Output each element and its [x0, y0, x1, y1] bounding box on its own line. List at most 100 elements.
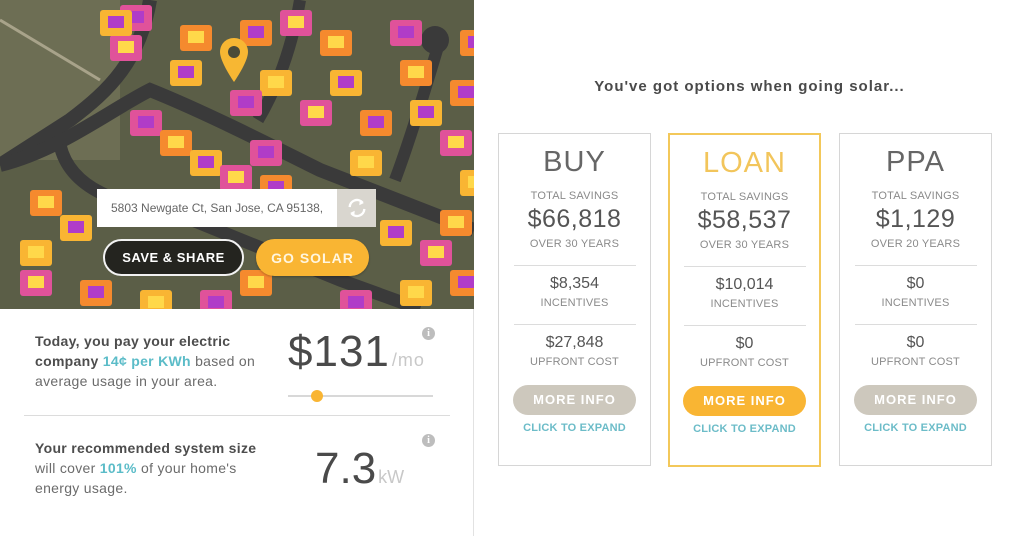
rooftop-heat-core — [268, 76, 284, 88]
rooftop-heat-core — [228, 171, 244, 183]
more-info-button[interactable]: MORE INFO — [683, 386, 806, 416]
info-icon[interactable]: i — [422, 327, 435, 340]
rooftop-heat-core — [148, 296, 164, 308]
rooftop-heat-core — [468, 36, 474, 48]
card-divider — [683, 266, 806, 267]
rooftop-heat-core — [448, 216, 464, 228]
rooftop-heat-core — [238, 96, 254, 108]
rooftop-heat-core — [248, 276, 264, 288]
slider-knob[interactable] — [311, 390, 323, 402]
rooftop-heat-core — [68, 221, 84, 233]
upfront-cost-value: $27,848 — [545, 334, 604, 351]
upfront-cost-label: UPFRONT COST — [530, 356, 619, 368]
incentives-value: $0 — [906, 275, 925, 292]
rooftop-heat-core — [28, 276, 44, 288]
system-size-number: 7.3 — [315, 444, 377, 493]
upfront-cost-value: $0 — [906, 334, 925, 351]
address-search — [97, 189, 376, 227]
left-panel: SAVE & SHARE GO SOLAR Today, you pay you… — [0, 0, 474, 536]
savings-period: OVER 20 YEARS — [870, 238, 961, 250]
options-heading: You've got options when going solar... — [594, 78, 905, 95]
click-to-expand-link[interactable]: CLICK TO EXPAND — [499, 422, 650, 434]
rooftop-heat-core — [308, 106, 324, 118]
more-info-button[interactable]: MORE INFO — [513, 385, 636, 415]
electric-bill-section: Today, you pay your electric company 14¢… — [0, 309, 474, 416]
address-input[interactable] — [97, 189, 337, 227]
info-icon[interactable]: i — [422, 434, 435, 447]
rooftop-heat-core — [208, 296, 224, 308]
rooftop-heat-core — [468, 176, 474, 188]
rooftop-heat-core — [328, 36, 344, 48]
solar-heatmap[interactable]: SAVE & SHARE GO SOLAR — [0, 0, 474, 309]
card-divider — [513, 324, 636, 325]
rooftop-heat-core — [458, 86, 474, 98]
incentives-label: INCENTIVES — [540, 297, 609, 309]
system-text-bold: Your recommended system size — [35, 440, 257, 456]
map-pin-icon[interactable] — [219, 37, 249, 83]
total-savings-label: TOTAL SAVINGS — [871, 190, 960, 202]
click-to-expand-link[interactable]: CLICK TO EXPAND — [670, 423, 819, 435]
refresh-icon — [347, 198, 366, 218]
option-card-buy: BUY TOTAL SAVINGS $66,818 OVER 30 YEARS … — [498, 133, 651, 466]
rooftop-heat-core — [198, 156, 214, 168]
rooftop-heat-core — [428, 246, 444, 258]
refresh-button[interactable] — [337, 189, 376, 227]
system-size-value: 7.3 kW — [315, 444, 404, 494]
card-title: LOAN — [703, 147, 786, 179]
rooftop-heat-core — [398, 26, 414, 38]
rooftop-heat-core — [258, 146, 274, 158]
incentives-label: INCENTIVES — [710, 298, 779, 310]
card-title: PPA — [886, 146, 945, 178]
rooftop-heat-core — [408, 286, 424, 298]
rooftop-heat-core — [368, 116, 384, 128]
rooftop-heat-core — [408, 66, 424, 78]
save-share-button[interactable]: SAVE & SHARE — [103, 239, 244, 276]
incentives-value: $8,354 — [550, 275, 599, 292]
option-card-loan: LOAN TOTAL SAVINGS $58,537 OVER 30 YEARS… — [668, 133, 821, 467]
rooftop-heat-core — [248, 26, 264, 38]
card-title: BUY — [543, 146, 606, 178]
total-savings-label: TOTAL SAVINGS — [700, 191, 789, 203]
system-size-section: Your recommended system size will cover … — [0, 416, 474, 536]
system-description: Your recommended system size will cover … — [35, 438, 265, 498]
upfront-cost-label: UPFRONT COST — [871, 356, 960, 368]
rooftop-heat-core — [348, 296, 364, 308]
monthly-bill-value: $131/mo — [288, 327, 425, 377]
rooftop-heat-core — [118, 41, 134, 53]
rooftop-heat-core — [288, 16, 304, 28]
rooftop-heat-core — [448, 136, 464, 148]
card-divider — [513, 265, 636, 266]
savings-period: OVER 30 YEARS — [699, 239, 790, 251]
rooftop-heat-core — [188, 31, 204, 43]
rooftop-heat-core — [388, 226, 404, 238]
coverage-highlight: 101% — [99, 460, 137, 476]
rooftop-heat-core — [358, 156, 374, 168]
savings-period: OVER 30 YEARS — [529, 238, 620, 250]
bill-slider[interactable] — [288, 390, 433, 402]
rooftop-heat-core — [458, 276, 474, 288]
slider-track — [288, 395, 433, 397]
go-solar-button[interactable]: GO SOLAR — [256, 239, 369, 276]
bill-unit: /mo — [391, 350, 425, 370]
total-savings-value: $66,818 — [527, 205, 622, 233]
system-size-unit: kW — [378, 467, 405, 487]
rooftop-heat-core — [338, 76, 354, 88]
bill-description: Today, you pay your electric company 14¢… — [35, 331, 265, 391]
rooftop-heat-core — [108, 16, 124, 28]
option-card-ppa: PPA TOTAL SAVINGS $1,129 OVER 20 YEARS $… — [839, 133, 992, 466]
rate-highlight: 14¢ per KWh — [102, 353, 191, 369]
upfront-cost-value: $0 — [735, 335, 754, 352]
rooftop-heat-core — [38, 196, 54, 208]
total-savings-value: $58,537 — [697, 206, 792, 234]
system-text-mid: will cover — [35, 460, 96, 476]
card-divider — [854, 265, 977, 266]
upfront-cost-label: UPFRONT COST — [700, 357, 789, 369]
rooftop-heat-core — [28, 246, 44, 258]
rooftop-heat-core — [168, 136, 184, 148]
rooftop-heat-core — [178, 66, 194, 78]
total-savings-value: $1,129 — [875, 205, 956, 233]
more-info-button[interactable]: MORE INFO — [854, 385, 977, 415]
card-divider — [683, 325, 806, 326]
rooftop-heat-core — [418, 106, 434, 118]
click-to-expand-link[interactable]: CLICK TO EXPAND — [840, 422, 991, 434]
